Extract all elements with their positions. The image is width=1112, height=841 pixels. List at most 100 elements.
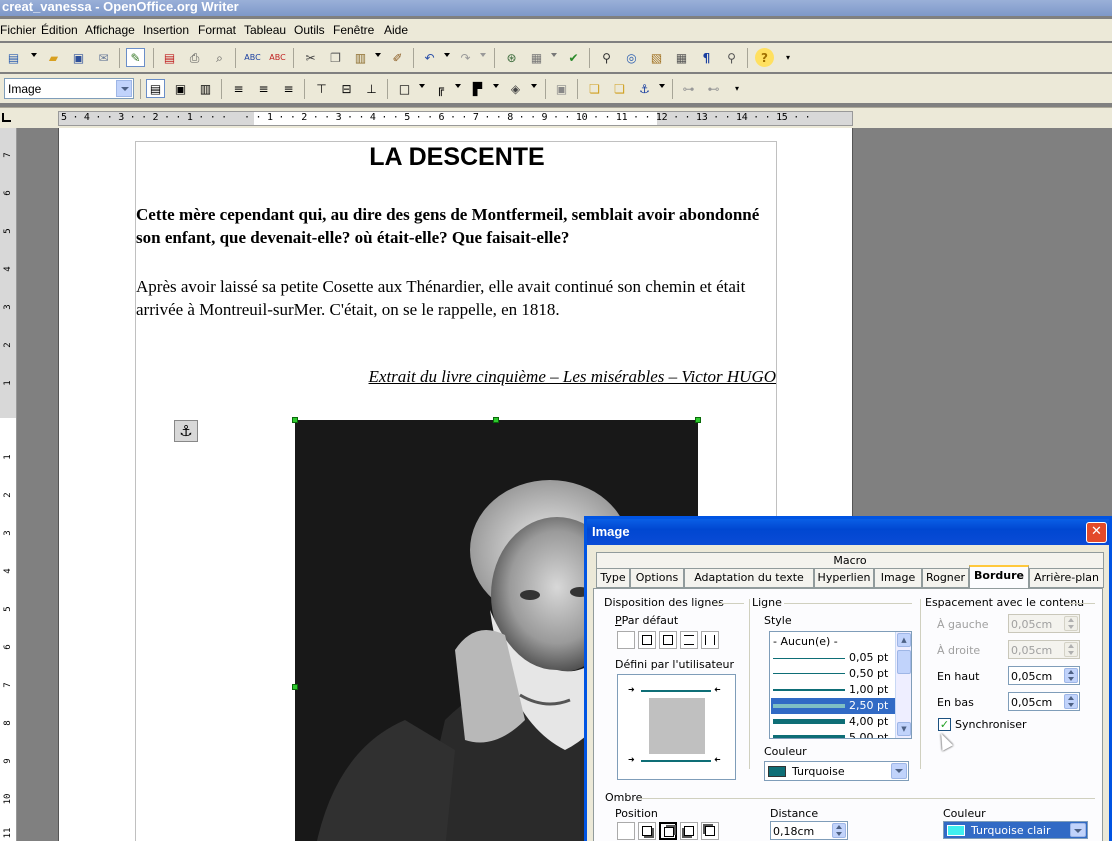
shadow-bottom-left-icon[interactable]: [680, 822, 698, 840]
line-style-icon[interactable]: ╔: [431, 79, 450, 98]
document-citation[interactable]: Extrait du livre cinquième – Les misérab…: [369, 367, 776, 387]
copy-icon[interactable]: ❐: [326, 48, 345, 67]
paste-icon[interactable]: ▥: [351, 48, 370, 67]
table-icon[interactable]: ▦: [527, 48, 546, 67]
shadow-top-left-icon[interactable]: [701, 822, 719, 840]
spacing-right-field[interactable]: 0,05cm: [1008, 640, 1080, 659]
align-center-icon[interactable]: ≡: [254, 79, 273, 98]
spacing-top-field[interactable]: 0,05cm: [1008, 666, 1080, 685]
border-color-icon[interactable]: ▛: [468, 79, 487, 98]
navigator-icon[interactable]: ◎: [622, 48, 641, 67]
line-style-item-selected[interactable]: 2,50 pt: [771, 698, 895, 714]
undo-icon[interactable]: ↶: [420, 48, 439, 67]
line-style-item[interactable]: 0,50 pt: [771, 666, 895, 682]
line-style-item[interactable]: 5,00 pt: [771, 730, 895, 738]
menu-aide[interactable]: Aide: [384, 23, 408, 37]
print-icon[interactable]: ⎙: [185, 48, 204, 67]
align-bottom-icon[interactable]: ⊥: [362, 79, 381, 98]
line-style-item[interactable]: 4,00 pt: [771, 714, 895, 730]
anchor-dropdown-icon[interactable]: [659, 84, 665, 88]
shadow-color-select[interactable]: Turquoise clair: [943, 821, 1088, 839]
tab-bordure[interactable]: Bordure: [969, 565, 1029, 589]
anchor-icon[interactable]: ⚓: [635, 79, 654, 98]
hyperlink-icon[interactable]: ⊛: [502, 48, 521, 67]
spacing-left-field[interactable]: 0,05cm: [1008, 614, 1080, 633]
borders-icon[interactable]: □: [395, 79, 414, 98]
dialog-titlebar[interactable]: Image ✕: [587, 519, 1109, 545]
scroll-up-icon[interactable]: ▲: [897, 633, 911, 647]
frame-properties-icon[interactable]: ▣: [552, 79, 571, 98]
wrap-off-icon[interactable]: ▤: [146, 79, 165, 98]
line-style-none[interactable]: - Aucun(e) -: [771, 634, 895, 650]
document-paragraph[interactable]: Après avoir laissé sa petite Cosette aux…: [136, 275, 776, 321]
menu-edition[interactable]: Édition: [41, 23, 78, 37]
edit-mode-icon[interactable]: ✎: [126, 48, 145, 67]
menu-affichage[interactable]: Affichage: [85, 23, 135, 37]
vertical-ruler[interactable]: 7 6 5 4 3 2 1 1 2 3 4 5 6 7 8 9 10 11: [0, 128, 17, 841]
spin-icon[interactable]: [1064, 642, 1078, 657]
align-top-icon[interactable]: ⊤: [312, 79, 331, 98]
paste-dropdown-icon[interactable]: [375, 53, 381, 57]
data-sources-icon[interactable]: ▦: [672, 48, 691, 67]
preset-left-right-icon[interactable]: [701, 631, 719, 649]
line-style-dropdown-icon[interactable]: [455, 84, 461, 88]
preset-outer-inner-icon[interactable]: [680, 631, 698, 649]
selection-handle[interactable]: [292, 417, 298, 423]
line-style-item[interactable]: 1,00 pt: [771, 682, 895, 698]
page-preview-icon[interactable]: ⌕: [210, 48, 229, 67]
tab-adaptation-du-texte[interactable]: Adaptation du texte: [684, 568, 814, 588]
style-list-scrollbar[interactable]: ▲ ▼: [895, 632, 911, 738]
scroll-thumb[interactable]: [897, 650, 911, 674]
shadow-none-icon[interactable]: [617, 822, 635, 840]
save-icon[interactable]: ▣: [69, 48, 88, 67]
chevron-down-icon[interactable]: [1070, 823, 1086, 837]
preset-box-icon[interactable]: [638, 631, 656, 649]
format-paintbrush-icon[interactable]: ✐: [388, 48, 407, 67]
selection-handle[interactable]: [292, 684, 298, 690]
tab-rogner[interactable]: Rogner: [922, 568, 969, 588]
export-pdf-icon[interactable]: ▤: [160, 48, 179, 67]
border-color-dropdown-icon[interactable]: [493, 84, 499, 88]
shadow-bottom-right-icon[interactable]: [638, 822, 656, 840]
line-color-select[interactable]: Turquoise: [764, 761, 909, 781]
chevron-down-icon[interactable]: [891, 763, 907, 779]
spacing-bottom-field[interactable]: 0,05cm: [1008, 692, 1080, 711]
selection-handle[interactable]: [493, 417, 499, 423]
preset-box-outer-icon[interactable]: [659, 631, 677, 649]
frame-style-select[interactable]: Image: [4, 78, 134, 99]
tab-hyperlien[interactable]: Hyperlien: [814, 568, 874, 588]
find-replace-icon[interactable]: ⚲: [597, 48, 616, 67]
chevron-down-icon[interactable]: [116, 80, 132, 97]
open-folder-icon[interactable]: ▰: [44, 48, 63, 67]
unlink-frames-icon[interactable]: ⊷: [704, 79, 723, 98]
horizontal-ruler[interactable]: 5 · 4 · · 3 · · 2 · · 1 · · · · · 1 · · …: [58, 111, 853, 126]
anchor-icon[interactable]: ⚓: [174, 420, 198, 442]
help-icon[interactable]: ?: [755, 48, 774, 67]
tab-type[interactable]: Type: [596, 568, 630, 588]
background-color-icon[interactable]: ◈: [506, 79, 525, 98]
spellcheck-icon[interactable]: ABC: [243, 48, 262, 67]
wrap-page-icon[interactable]: ▣: [171, 79, 190, 98]
wrap-through-icon[interactable]: ▥: [196, 79, 215, 98]
synchronize-checkbox[interactable]: ✓: [938, 718, 951, 731]
redo-icon[interactable]: ↷: [456, 48, 475, 67]
new-dropdown-icon[interactable]: [31, 53, 37, 57]
close-icon[interactable]: ✕: [1086, 522, 1107, 543]
menu-format[interactable]: Format: [198, 23, 236, 37]
spin-icon[interactable]: [832, 823, 846, 838]
tab-options[interactable]: Options: [630, 568, 684, 588]
toolbar-overflow-icon[interactable]: ▾: [732, 79, 742, 98]
user-defined-border-preview[interactable]: ➜ ➜ ➜ ➜: [617, 674, 736, 780]
line-style-list[interactable]: - Aucun(e) - 0,05 pt 0,50 pt 1,00 pt 2,5…: [769, 631, 912, 739]
shadow-distance-field[interactable]: 0,18cm: [770, 821, 848, 840]
cut-icon[interactable]: ✂: [301, 48, 320, 67]
table-dropdown-icon[interactable]: [551, 53, 557, 57]
send-to-back-icon[interactable]: ❏: [610, 79, 629, 98]
scroll-down-icon[interactable]: ▼: [897, 722, 911, 736]
background-color-dropdown-icon[interactable]: [531, 84, 537, 88]
spin-icon[interactable]: [1064, 668, 1078, 683]
bring-to-front-icon[interactable]: ❏: [585, 79, 604, 98]
line-style-item[interactable]: 0,05 pt: [771, 650, 895, 666]
tab-image[interactable]: Image: [874, 568, 922, 588]
spin-icon[interactable]: [1064, 616, 1078, 631]
